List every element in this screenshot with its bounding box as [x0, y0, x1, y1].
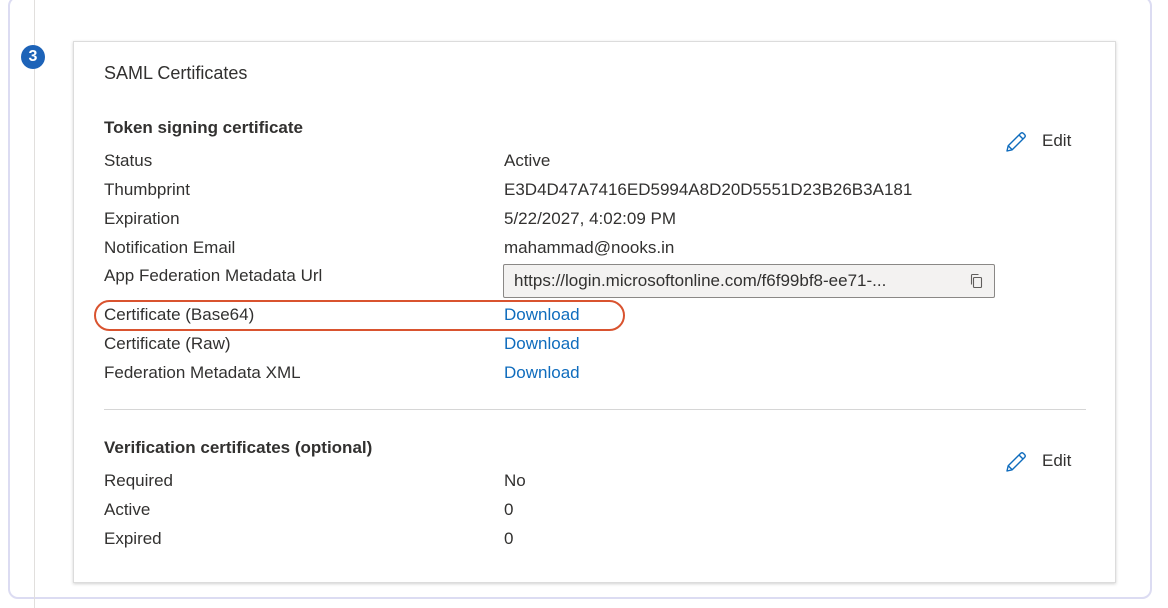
certificate-base64-label: Certificate (Base64): [104, 305, 255, 324]
expiration-value: 5/22/2027, 4:02:09 PM: [504, 209, 677, 228]
required-label: Required: [104, 471, 173, 490]
row-notification-email: Notification Email mahammad@nooks.in: [104, 236, 1084, 260]
required-value: No: [504, 471, 526, 490]
certificate-raw-download-link[interactable]: Download: [504, 332, 580, 356]
copy-icon[interactable]: [968, 273, 984, 289]
saml-certificates-card: SAML Certificates Token signing certific…: [73, 41, 1116, 583]
expiration-label: Expiration: [104, 209, 180, 228]
row-status: Status Active: [104, 149, 1084, 173]
active-value: 0: [504, 500, 514, 519]
row-certificate-base64: Certificate (Base64) Download: [104, 303, 1084, 327]
thumbprint-label: Thumbprint: [104, 180, 190, 199]
expired-label: Expired: [104, 529, 162, 548]
section-divider: [104, 409, 1086, 410]
active-label: Active: [104, 500, 151, 519]
step-number-badge: 3: [21, 45, 45, 69]
certificate-base64-download-link[interactable]: Download: [504, 303, 580, 327]
metadata-url-field[interactable]: https://login.microsoftonline.com/f6f99b…: [503, 264, 995, 298]
metadata-url-value[interactable]: https://login.microsoftonline.com/f6f99b…: [514, 265, 954, 297]
federation-metadata-xml-download-link[interactable]: Download: [504, 361, 580, 385]
row-federation-metadata-xml: Federation Metadata XML Download: [104, 361, 1084, 385]
notification-email-label: Notification Email: [104, 238, 236, 257]
step-rail: [34, 0, 35, 608]
card-title: SAML Certificates: [104, 63, 248, 83]
expired-value: 0: [504, 529, 514, 548]
row-active: Active 0: [104, 498, 1084, 522]
verification-title: Verification certificates (optional): [104, 438, 373, 457]
metadata-url-label: App Federation Metadata Url: [104, 266, 323, 285]
row-required: Required No: [104, 469, 1084, 493]
row-expired: Expired 0: [104, 527, 1084, 551]
status-value: Active: [504, 151, 551, 170]
row-certificate-raw: Certificate (Raw) Download: [104, 332, 1084, 356]
row-thumbprint: Thumbprint E3D4D47A7416ED5994A8D20D5551D…: [104, 178, 1084, 202]
thumbprint-value: E3D4D47A7416ED5994A8D20D5551D23B26B3A181: [504, 180, 913, 199]
token-signing-title: Token signing certificate: [104, 118, 304, 137]
federation-metadata-xml-label: Federation Metadata XML: [104, 363, 301, 382]
status-label: Status: [104, 151, 153, 170]
certificate-raw-label: Certificate (Raw): [104, 334, 231, 353]
row-expiration: Expiration 5/22/2027, 4:02:09 PM: [104, 207, 1084, 231]
notification-email-value: mahammad@nooks.in: [504, 238, 675, 257]
